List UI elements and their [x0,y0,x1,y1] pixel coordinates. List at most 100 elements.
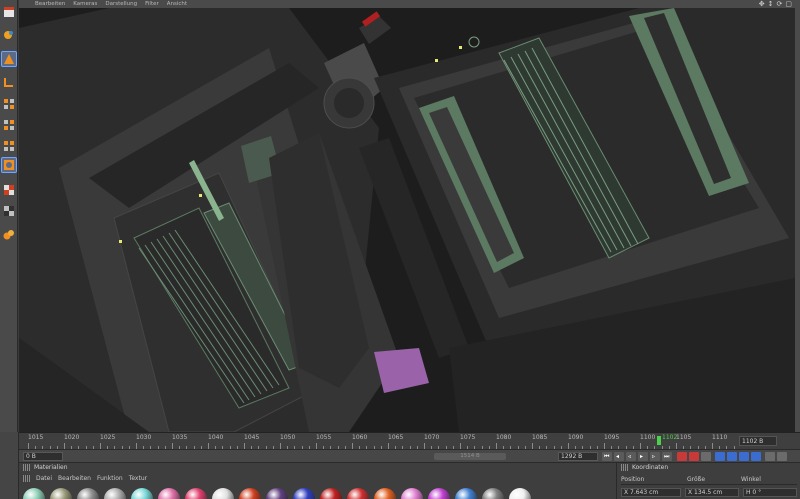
right-scroll-strip[interactable] [795,0,800,432]
menu-funktion[interactable]: Funktion [97,475,123,482]
grid-icon[interactable] [1,117,17,133]
prev-frame-button[interactable]: ◃ [626,452,636,461]
scene-icon[interactable] [1,157,17,173]
angle-header: Winkel [741,476,761,483]
record-button[interactable] [677,452,687,461]
materials-title: Materialien [23,464,68,471]
prev-key-button[interactable]: ◂ [614,452,624,461]
move-key-icon[interactable] [715,452,725,461]
grip-icon[interactable] [621,464,628,471]
material-swatch[interactable] [482,488,504,499]
menu-bearbeiten[interactable]: Bearbeiten [35,0,65,8]
timeline[interactable]: 1015 1020 1025 1030 1035 1040 1045 1050 … [19,432,756,449]
grid-icon[interactable] [765,452,775,461]
material-swatch[interactable] [293,488,315,499]
material-swatch[interactable] [401,488,423,499]
material-swatch[interactable] [77,488,99,499]
spheres-icon[interactable] [1,227,17,243]
menu-datei[interactable]: Datei [36,475,52,482]
current-frame: 1102 [662,434,678,441]
material-swatch[interactable] [158,488,180,499]
tick-label: 1020 [64,434,80,441]
size-header: Größe [687,476,706,483]
grip-icon[interactable] [23,464,30,471]
material-swatch[interactable] [131,488,153,499]
cone-icon[interactable] [1,51,17,67]
tick-label: 1040 [208,434,224,441]
left-toolbar [0,0,18,432]
material-swatch[interactable] [23,488,45,499]
menu-kameras[interactable]: Kameras [73,0,97,8]
material-swatch[interactable] [50,488,72,499]
material-swatch[interactable] [266,488,288,499]
grip-icon[interactable] [23,475,30,482]
x-position-field[interactable]: X 7.643 cm [621,488,681,497]
position-header: Position [621,476,645,483]
tick-label: 1045 [244,434,260,441]
material-swatch[interactable] [374,488,396,499]
tick-label: 1090 [568,434,584,441]
h-angle-field[interactable]: H 0 ° [743,488,797,497]
material-swatch[interactable] [509,488,531,499]
rotate-icon[interactable]: ⟳ [777,0,783,8]
menu-ansicht[interactable]: Ansicht [167,0,187,8]
tick-label: 1100 [640,434,656,441]
material-swatch[interactable] [239,488,261,499]
material-swatch[interactable] [212,488,234,499]
start-frame-field[interactable]: 0 B [23,452,63,461]
current-frame-field[interactable]: 1102 B [739,436,777,446]
bend-icon[interactable] [1,74,17,90]
end-frame-field[interactable]: 1292 B [558,452,598,461]
rotate-key-icon[interactable] [739,452,749,461]
paint-icon[interactable] [1,27,17,43]
playhead[interactable] [657,436,661,445]
maximize-icon[interactable]: ▢ [785,0,792,8]
autokey-button[interactable] [689,452,699,461]
play-button[interactable]: ▸ [638,452,648,461]
material-swatch[interactable] [185,488,207,499]
3d-viewport[interactable]: Bearbeiten Kameras Darstellung Filter An… [19,0,795,432]
grid-icon[interactable] [777,452,787,461]
tick-label: 1095 [604,434,620,441]
coordinates-title: Koordinaten [621,464,668,471]
material-swatches [23,488,531,499]
checker-icon[interactable] [1,182,17,198]
key-options-button[interactable] [701,452,711,461]
zoom-icon[interactable]: ↕ [768,0,774,8]
timeline-end [779,432,800,449]
grid-icon[interactable] [1,96,17,112]
transport-bar: 0 B 1514 B 1292 B ⏮ ◂ ◃ ▸ ▹ ⏭ [19,449,800,462]
param-key-icon[interactable] [751,452,761,461]
go-end-button[interactable]: ⏭ [662,452,672,461]
material-swatch[interactable] [104,488,126,499]
next-frame-button[interactable]: ▹ [650,452,660,461]
checker-icon[interactable] [1,203,17,219]
tick-label: 1025 [100,434,116,441]
x-size-field[interactable]: X 134.5 cm [685,488,739,497]
move-icon[interactable]: ✥ [759,0,765,8]
menu-filter[interactable]: Filter [145,0,159,8]
material-swatch[interactable] [455,488,477,499]
menu-darstellung[interactable]: Darstellung [105,0,137,8]
material-swatch[interactable] [347,488,369,499]
coordinates-title-label: Koordinaten [632,464,669,471]
go-start-button[interactable]: ⏮ [602,452,612,461]
menu-bearbeiten[interactable]: Bearbeiten [58,475,91,482]
divider [621,484,797,485]
grid-icon[interactable] [1,138,17,154]
frame-field-wrap: 1102 B [737,432,779,449]
render-view-icon[interactable] [1,4,17,20]
material-swatch[interactable] [428,488,450,499]
material-swatch[interactable] [320,488,342,499]
tick-label: 1105 [676,434,692,441]
tick-label: 1075 [460,434,476,441]
bottom-left-strip [0,432,19,499]
menu-textur[interactable]: Textur [129,475,147,482]
viewport-menu: Bearbeiten Kameras Darstellung Filter An… [19,0,795,8]
tick-label: 1070 [424,434,440,441]
tick-label: 1085 [532,434,548,441]
timeline-range-slider[interactable]: 1514 B [434,453,506,460]
tick-label: 1060 [352,434,368,441]
tick-label: 1050 [280,434,296,441]
scale-key-icon[interactable] [727,452,737,461]
